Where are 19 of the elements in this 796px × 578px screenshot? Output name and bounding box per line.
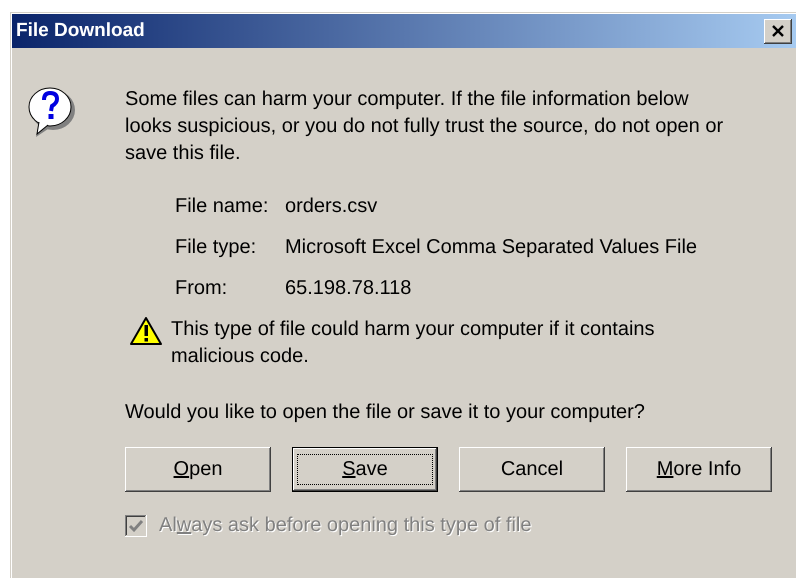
warning-icon (129, 316, 163, 346)
check-icon (128, 518, 144, 532)
field-label: File type: (175, 235, 258, 260)
question-text: Would you like to open the file or save it to your computer? (125, 400, 646, 425)
close-button[interactable] (764, 18, 792, 44)
dialog-button[interactable]: Cancel (459, 447, 605, 492)
field-value: 65.198.78.118 (285, 276, 412, 301)
window-title: File Download (15, 20, 145, 42)
dialog-button[interactable]: Open (125, 447, 271, 492)
warning-message: Some files can harm your computer. If the file information below looks suspicious, or you do not fully trust the source, do not open or save this file. (125, 87, 724, 166)
field-value: orders.csv (285, 194, 378, 219)
field-label: File name: (175, 194, 270, 219)
dialog-button[interactable]: More Info (626, 447, 772, 492)
question-icon (28, 86, 78, 138)
warning-text: This type of file could harm your computer if it contains malicious code. (171, 317, 656, 369)
field-value: Microsoft Excel Comma Separated Values File (285, 235, 698, 260)
field-label: From: (175, 276, 228, 301)
close-icon (771, 25, 785, 37)
dialog-button[interactable]: Save (292, 447, 438, 492)
